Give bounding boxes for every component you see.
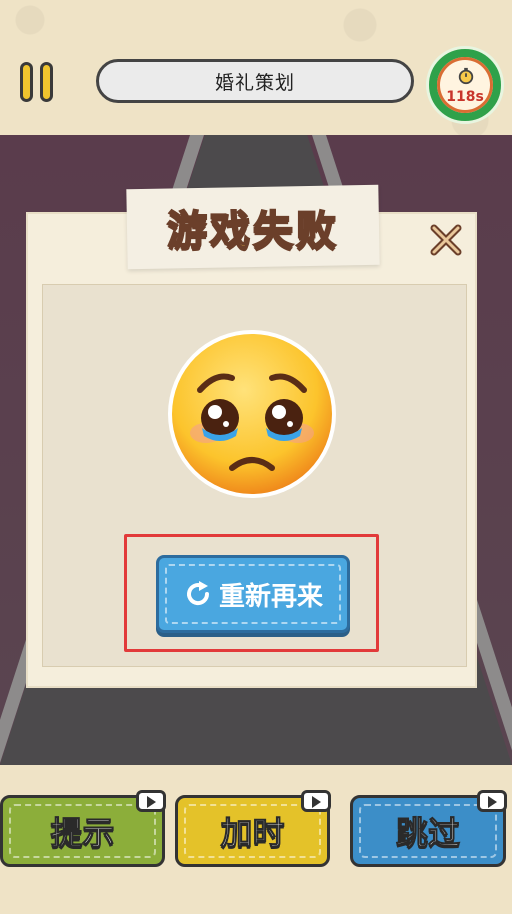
pause-button[interactable]: [20, 62, 58, 102]
timer-face: 118s: [437, 57, 493, 113]
timer-badge: 118s: [426, 46, 504, 124]
skip-label: 跳过: [395, 814, 460, 853]
timer-value: 118s: [446, 89, 484, 105]
game-screen: 婚礼策划 118s 游戏失败 重新再来 提示 加时 跳过: [0, 0, 512, 914]
hint-button[interactable]: 提示: [0, 790, 166, 867]
pause-icon-bar: [40, 62, 53, 102]
top-bar: 婚礼策划 118s: [0, 0, 512, 135]
close-button[interactable]: [428, 222, 464, 258]
dialog-title: 游戏失败: [166, 207, 339, 255]
add-time-label: 加时: [220, 814, 285, 853]
level-title: 婚礼策划: [96, 59, 414, 103]
hint-label: 提示: [50, 814, 115, 853]
stopwatch-icon: [458, 67, 474, 85]
pause-icon: [20, 62, 33, 102]
skip-button[interactable]: 跳过: [350, 790, 507, 867]
highlight-box: [124, 534, 379, 652]
pleading-face-icon: [168, 330, 336, 498]
close-icon: [430, 224, 462, 256]
video-ad-icon: [136, 790, 166, 812]
video-ad-icon: [301, 790, 331, 812]
add-time-button[interactable]: 加时: [175, 790, 331, 867]
video-ad-icon: [477, 790, 507, 812]
